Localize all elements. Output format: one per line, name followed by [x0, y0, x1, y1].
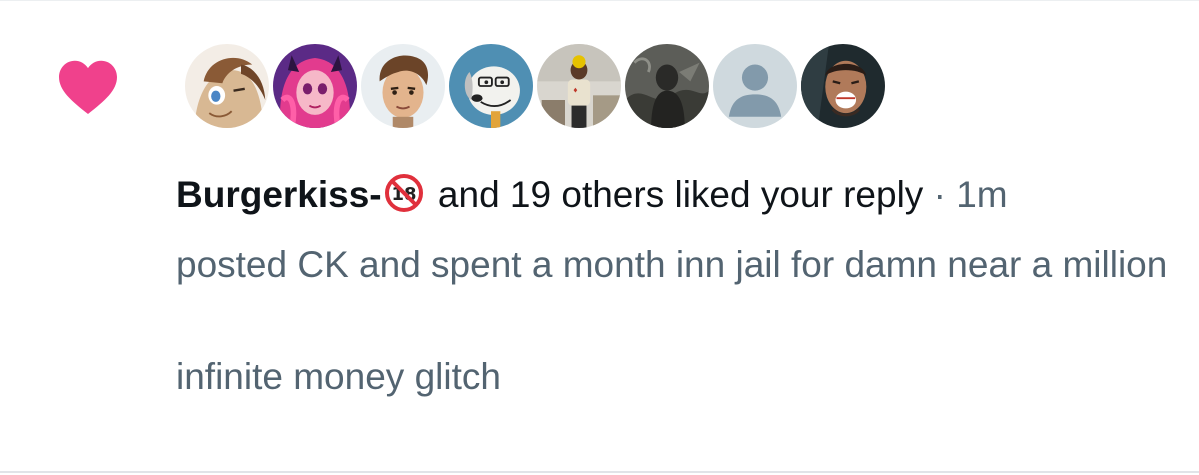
avatar-pony[interactable]: [182, 41, 272, 131]
avatar-photo-person[interactable]: ♦: [534, 41, 624, 131]
avatar-cartoon-dog[interactable]: [446, 41, 536, 131]
heart-icon: [59, 60, 117, 114]
username-link[interactable]: Burgerkiss-: [176, 174, 382, 215]
notification-headline: Burgerkiss- 18 and 19 others liked your …: [176, 169, 1008, 221]
no-under-18-icon: 18: [384, 174, 423, 212]
liker-avatars: ♦: [182, 41, 888, 133]
timestamp[interactable]: 1m: [956, 174, 1007, 215]
avatar-brown-hair[interactable]: [358, 41, 448, 131]
avatar-dark-figure[interactable]: [622, 41, 712, 131]
avatar-screaming-man[interactable]: [798, 41, 888, 131]
like-notification[interactable]: ♦ Burgerkiss- and 19 others liked your r…: [0, 0, 1199, 473]
avatar-pink-hair[interactable]: [270, 41, 360, 131]
default-avatar-icon[interactable]: [710, 41, 800, 131]
svg-text:♦: ♦: [572, 87, 578, 95]
reply-text[interactable]: posted CK and spent a month inn jail for…: [176, 237, 1186, 405]
action-text: and 19 others liked your reply: [427, 174, 924, 215]
separator: ·: [923, 174, 957, 215]
